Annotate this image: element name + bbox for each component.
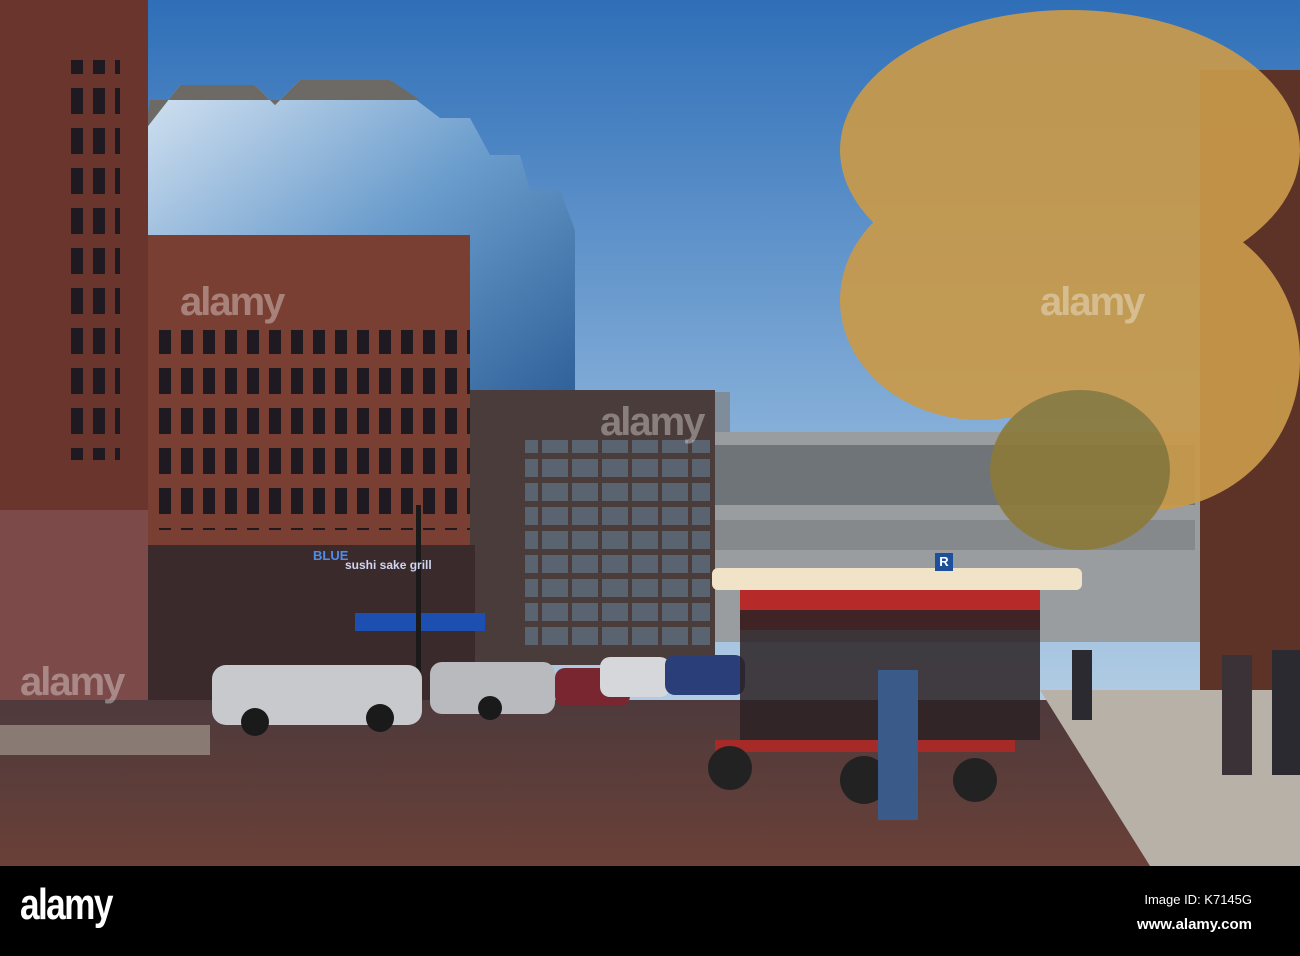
site-url: www.alamy.com	[1136, 916, 1252, 933]
image-id: Image ID: K7145G	[1144, 892, 1252, 907]
watermark-text: alamy	[180, 280, 285, 324]
alamy-logo: alamy	[20, 880, 113, 929]
watermark-footer: alamy Image ID: K7145G www.alamy.com	[0, 866, 1300, 956]
watermark-text: alamy	[600, 400, 705, 444]
storefront-sign-brand: BLUE	[313, 548, 349, 563]
storefront-sign-subtitle: sushi sake grill	[345, 558, 432, 572]
photo-scene: BLUE sushi sake grill R alamy alamy alam…	[0, 0, 1300, 956]
watermark-text: alamy	[20, 660, 125, 704]
watermark-text: alamy	[1040, 280, 1145, 324]
parking-sign: R	[935, 553, 953, 571]
